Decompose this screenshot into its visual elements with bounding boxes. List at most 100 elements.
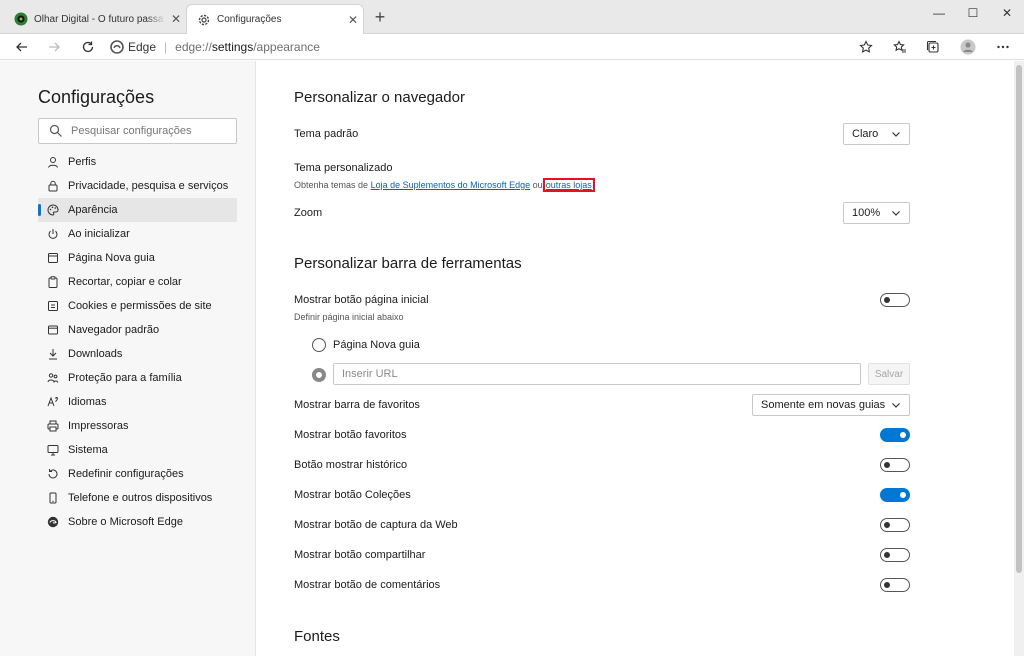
- sidebar-item-navegador-padrao[interactable]: Navegador padrão: [38, 318, 237, 342]
- sidebar-item-familia[interactable]: Proteção para a família: [38, 366, 237, 390]
- section-title-personalizar-barra: Personalizar barra de ferramentas: [294, 255, 522, 272]
- site-permissions-icon: [46, 299, 60, 313]
- sidebar-item-redefinir[interactable]: Redefinir configurações: [38, 462, 237, 486]
- settings-sidebar: Configurações Perfis Privacidade, pesqui…: [0, 61, 256, 656]
- close-window-icon[interactable]: ✕: [990, 0, 1024, 26]
- sidebar-item-pagina-nova-guia[interactable]: Página Nova guia: [38, 246, 237, 270]
- refresh-icon[interactable]: [78, 37, 98, 57]
- sidebar-item-label: Sistema: [68, 444, 108, 456]
- web-capture-button-toggle[interactable]: [880, 518, 910, 532]
- custom-theme-description: Obtenha temas de Loja de Suplementos do …: [294, 178, 595, 192]
- web-capture-button-label: Mostrar botão de captura da Web: [294, 519, 458, 531]
- custom-theme-label: Tema personalizado: [294, 162, 393, 174]
- sidebar-item-label: Proteção para a família: [68, 372, 182, 384]
- forward-icon[interactable]: [44, 37, 64, 57]
- sidebar-item-label: Recortar, copiar e colar: [68, 276, 182, 288]
- search-box[interactable]: [38, 118, 237, 144]
- new-tab-button[interactable]: +: [370, 8, 390, 28]
- sidebar-nav: Perfis Privacidade, pesquisa e serviços …: [38, 150, 237, 534]
- default-theme-value: Claro: [852, 128, 879, 140]
- tab-title: Configurações: [217, 14, 282, 25]
- sidebar-item-recortar[interactable]: Recortar, copiar e colar: [38, 270, 237, 294]
- printer-icon: [46, 419, 60, 433]
- window-controls: — ☐ ✕: [922, 0, 1024, 26]
- person-icon: [46, 155, 60, 169]
- add-favorite-icon[interactable]: [856, 37, 876, 57]
- clipboard-icon: [46, 275, 60, 289]
- settings-main: Personalizar o navegador Tema padrão Cla…: [257, 61, 1014, 656]
- sidebar-item-label: Downloads: [68, 348, 123, 360]
- back-icon[interactable]: [12, 37, 32, 57]
- search-input[interactable]: [71, 125, 231, 137]
- sidebar-item-label: Aparência: [68, 204, 118, 216]
- history-button-label: Botão mostrar histórico: [294, 459, 408, 471]
- share-button-toggle[interactable]: [880, 548, 910, 562]
- favorites-button-toggle[interactable]: [880, 428, 910, 442]
- home-button-label: Mostrar botão página inicial: [294, 294, 429, 306]
- home-url-input[interactable]: [333, 363, 861, 385]
- favorites-bar-label: Mostrar barra de favoritos: [294, 399, 420, 411]
- save-button[interactable]: Salvar: [868, 363, 910, 385]
- maximize-icon[interactable]: ☐: [956, 0, 990, 26]
- palette-icon: [46, 203, 60, 217]
- favorites-icon[interactable]: [890, 37, 910, 57]
- sidebar-item-idiomas[interactable]: Idiomas: [38, 390, 237, 414]
- sidebar-item-telefone[interactable]: Telefone e outros dispositivos: [38, 486, 237, 510]
- phone-icon: [46, 491, 60, 505]
- collections-button-label: Mostrar botão Coleções: [294, 489, 411, 501]
- system-icon: [46, 443, 60, 457]
- family-icon: [46, 371, 60, 385]
- favorites-button-label: Mostrar botão favoritos: [294, 429, 407, 441]
- default-theme-label: Tema padrão: [294, 128, 359, 140]
- sidebar-item-label: Impressoras: [68, 420, 129, 432]
- history-button-toggle[interactable]: [880, 458, 910, 472]
- home-button-toggle[interactable]: [880, 293, 910, 307]
- more-options-icon[interactable]: [993, 37, 1013, 57]
- search-icon: [49, 124, 62, 137]
- sidebar-item-label: Cookies e permissões de site: [68, 300, 212, 312]
- feedback-button-toggle[interactable]: [880, 578, 910, 592]
- other-stores-link[interactable]: outras lojas: [542, 178, 595, 192]
- share-button-label: Mostrar botão compartilhar: [294, 549, 426, 561]
- sidebar-item-sobre[interactable]: Sobre o Microsoft Edge: [38, 510, 237, 534]
- sidebar-item-impressoras[interactable]: Impressoras: [38, 414, 237, 438]
- close-tab-icon[interactable]: ✕: [166, 12, 186, 26]
- sidebar-item-cookies[interactable]: Cookies e permissões de site: [38, 294, 237, 318]
- sidebar-item-ao-inicializar[interactable]: Ao inicializar: [38, 222, 237, 246]
- sidebar-item-privacidade[interactable]: Privacidade, pesquisa e serviços: [38, 174, 237, 198]
- url-text: edge://settings/appearance: [175, 40, 320, 54]
- power-icon: [46, 227, 60, 241]
- address-bar[interactable]: Edge | edge://settings/appearance: [110, 36, 884, 58]
- minimize-icon[interactable]: —: [922, 0, 956, 26]
- collections-icon[interactable]: [923, 37, 943, 57]
- section-title-fontes: Fontes: [294, 628, 340, 645]
- favorites-bar-dropdown[interactable]: Somente em novas guias: [752, 394, 910, 416]
- sidebar-item-label: Telefone e outros dispositivos: [68, 492, 213, 504]
- collections-button-toggle[interactable]: [880, 488, 910, 502]
- download-icon: [46, 347, 60, 361]
- tab-strip: Olhar Digital - O futuro passa pr ✕ Conf…: [0, 0, 1024, 34]
- reset-icon: [46, 467, 60, 481]
- scrollbar-thumb[interactable]: [1016, 65, 1022, 573]
- profile-avatar-icon[interactable]: [958, 37, 978, 57]
- page-scrollbar[interactable]: [1014, 61, 1024, 656]
- radio-new-tab[interactable]: [312, 338, 326, 352]
- default-theme-dropdown[interactable]: Claro: [843, 123, 910, 145]
- chevron-down-icon: [892, 211, 900, 216]
- feedback-button-label: Mostrar botão de comentários: [294, 579, 441, 591]
- sidebar-item-aparencia[interactable]: Aparência: [38, 198, 237, 222]
- radio-url[interactable]: [312, 368, 326, 382]
- zoom-dropdown[interactable]: 100%: [843, 202, 910, 224]
- close-tab-icon[interactable]: ✕: [343, 13, 363, 27]
- favorites-bar-value: Somente em novas guias: [761, 399, 886, 411]
- home-button-sublabel: Definir página inicial abaixo: [294, 312, 404, 322]
- sidebar-item-sistema[interactable]: Sistema: [38, 438, 237, 462]
- sidebar-item-perfis[interactable]: Perfis: [38, 150, 237, 174]
- tab-olhar-digital[interactable]: Olhar Digital - O futuro passa pr ✕: [4, 4, 186, 34]
- sidebar-item-label: Privacidade, pesquisa e serviços: [68, 180, 229, 192]
- sidebar-item-downloads[interactable]: Downloads: [38, 342, 237, 366]
- site-identity: Edge: [128, 40, 157, 54]
- tab-configuracoes[interactable]: Configurações ✕: [186, 4, 364, 34]
- sidebar-item-label: Redefinir configurações: [68, 468, 184, 480]
- addons-store-link[interactable]: Loja de Suplementos do Microsoft Edge: [371, 180, 531, 190]
